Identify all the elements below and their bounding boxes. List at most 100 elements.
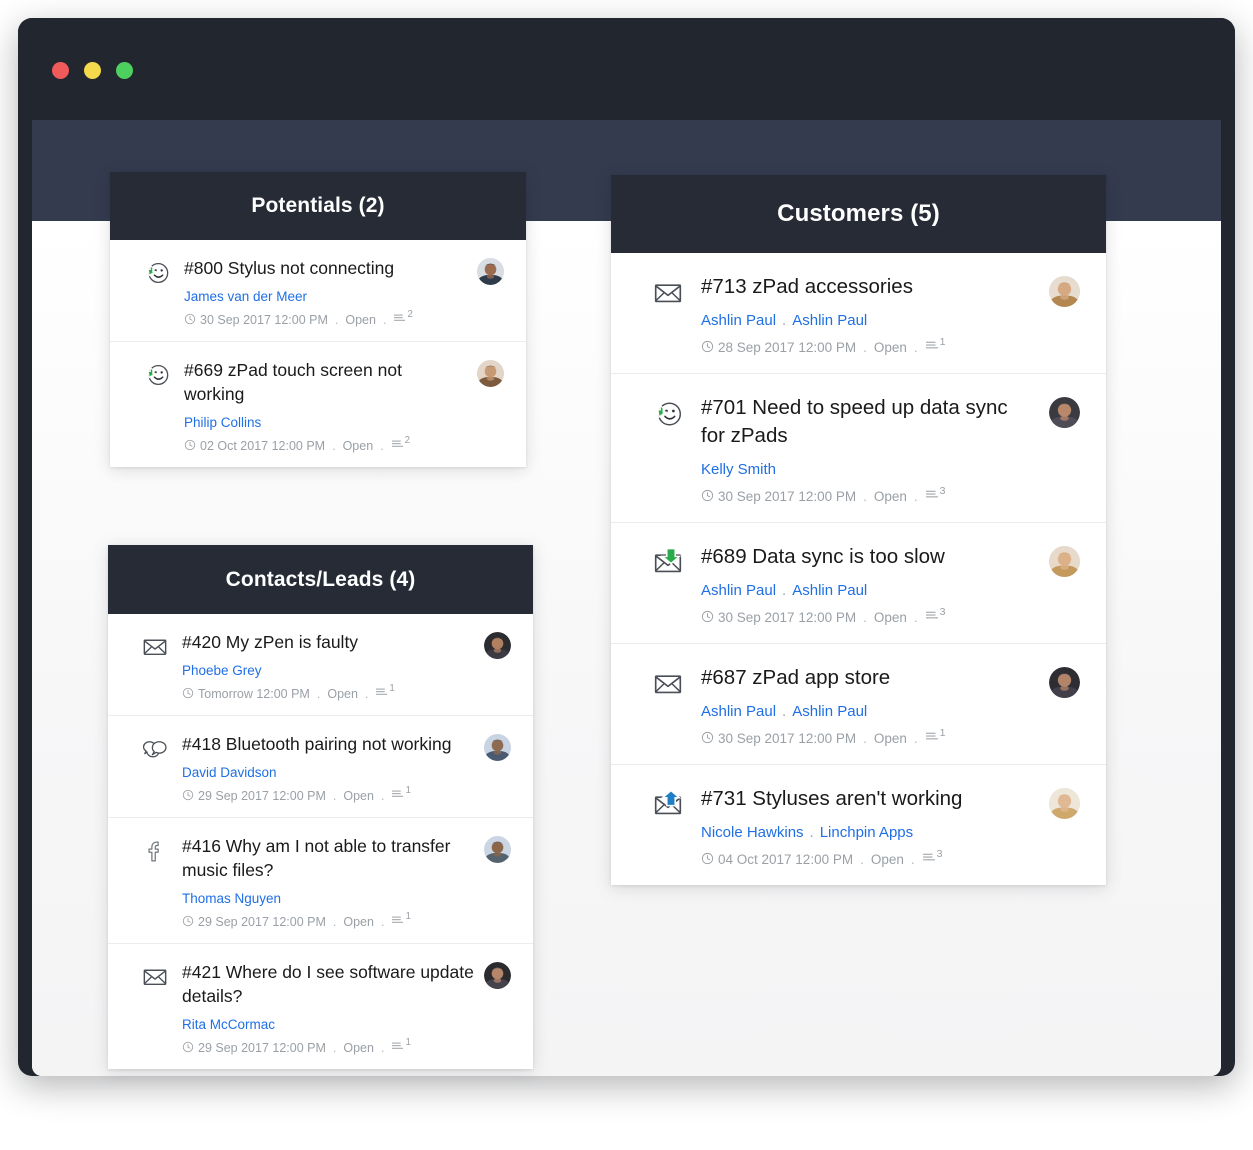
meta-separator: . [863, 488, 867, 504]
ticket-person-link[interactable]: Ashlin Paul [701, 582, 776, 599]
envelope-icon[interactable] [635, 664, 701, 699]
ticket-timestamp: 29 Sep 2017 12:00 PM [198, 1040, 326, 1055]
thread-count[interactable]: 3 [922, 848, 943, 866]
avatar-nicole-hawkins[interactable] [1049, 788, 1080, 819]
ticket-row[interactable]: #713 zPad accessories Ashlin Paul. Ashlin… [611, 253, 1106, 374]
avatar-thomas-nguyen[interactable] [484, 836, 511, 863]
panel-potentials-header: Potentials (2) [110, 172, 526, 240]
ticket-row[interactable]: #701 Need to speed up data sync for zPad… [611, 374, 1106, 523]
meta-separator: . [863, 730, 867, 746]
smiley-chat-received-icon[interactable] [130, 256, 184, 286]
ticket-person-link[interactable]: David Davidson [182, 765, 277, 780]
ticket-person-link[interactable]: Ashlin Paul [701, 703, 776, 720]
ticket-title[interactable]: #689 Data sync is too slow [701, 543, 1037, 571]
avatar-james-van-der-meer[interactable] [477, 258, 504, 285]
meta-separator: . [380, 1040, 385, 1055]
ticket-meta: 30 Sep 2017 12:00 PM . Open . 3 [701, 606, 1037, 625]
avatar-philip-collins[interactable] [477, 360, 504, 387]
ticket-row[interactable]: #420 My zPen is faulty Phoebe Grey Tomor… [108, 614, 533, 716]
panel-customers-header: Customers (5) [611, 175, 1106, 253]
thread-count[interactable]: 1 [375, 683, 395, 700]
panel-contacts-leads-title: Contacts/Leads (4) [225, 567, 416, 591]
ticket-timestamp: 29 Sep 2017 12:00 PM [198, 914, 326, 929]
ticket-row[interactable]: #416 Why am I not able to transfer music… [108, 818, 533, 944]
smiley-chat-received-icon[interactable] [635, 394, 701, 429]
ticket-people: Ashlin Paul. Ashlin Paul [701, 703, 1037, 720]
panel-potentials-body: #800 Stylus not connecting James van der… [110, 240, 526, 467]
facebook-icon[interactable] [128, 834, 182, 864]
envelope-icon[interactable] [128, 630, 182, 660]
ticket-person-link[interactable]: Ashlin Paul [792, 703, 867, 720]
avatar-kelly-smith[interactable] [1049, 397, 1080, 428]
ticket-person-link[interactable]: Ashlin Paul [792, 582, 867, 599]
thread-lines-icon [925, 339, 939, 354]
ticket-title[interactable]: #420 My zPen is faulty [182, 630, 474, 654]
envelope-icon[interactable] [128, 960, 182, 990]
ticket-title[interactable]: #701 Need to speed up data sync for zPad… [701, 394, 1037, 450]
ticket-title[interactable]: #800 Stylus not connecting [184, 256, 467, 280]
ticket-person-link[interactable]: Ashlin Paul [792, 312, 867, 329]
ticket-row[interactable]: #669 zPad touch screen not working Phili… [110, 342, 526, 467]
ticket-person-link[interactable]: Thomas Nguyen [182, 891, 281, 906]
ticket-row[interactable]: #689 Data sync is too slow Ashlin Paul. A… [611, 523, 1106, 644]
ticket-people: Ashlin Paul. Ashlin Paul [701, 582, 1037, 599]
smiley-chat-received-icon[interactable] [130, 358, 184, 388]
envelope-received-icon[interactable] [635, 543, 701, 578]
thread-count[interactable]: 1 [925, 336, 946, 354]
avatar-ashlin-paul-3[interactable] [1049, 667, 1080, 698]
person-separator: . [782, 312, 787, 329]
ticket-person-link[interactable]: Rita McCormac [182, 1017, 275, 1032]
chat-bubbles-icon[interactable] [128, 732, 182, 762]
ticket-timestamp: 04 Oct 2017 12:00 PM [718, 851, 854, 867]
ticket-title[interactable]: #713 zPad accessories [701, 273, 1037, 301]
panel-customers-body: #713 zPad accessories Ashlin Paul. Ashlin… [611, 253, 1106, 885]
person-separator: . [782, 582, 787, 599]
avatar-phoebe-grey[interactable] [484, 632, 511, 659]
ticket-row[interactable]: #421 Where do I see software update deta… [108, 944, 533, 1069]
ticket-title[interactable]: #418 Bluetooth pairing not working [182, 732, 474, 756]
ticket-person-link[interactable]: Philip Collins [184, 415, 261, 430]
thread-count[interactable]: 3 [925, 485, 946, 503]
avatar-david-davidson[interactable] [484, 734, 511, 761]
thread-lines-icon [391, 914, 404, 928]
thread-count[interactable]: 1 [391, 1037, 411, 1054]
ticket-row[interactable]: #687 zPad app store Ashlin Paul. Ashlin P… [611, 644, 1106, 765]
ticket-person-link[interactable]: Nicole Hawkins [701, 824, 804, 841]
panel-potentials: Potentials (2) #800 Stylus not connectin… [110, 172, 526, 467]
thread-count[interactable]: 1 [925, 727, 946, 745]
ticket-timestamp: 30 Sep 2017 12:00 PM [718, 488, 857, 504]
thread-lines-icon [925, 730, 939, 745]
ticket-row[interactable]: #418 Bluetooth pairing not working David… [108, 716, 533, 818]
avatar-rita-mccormac[interactable] [484, 962, 511, 989]
ticket-person-link[interactable]: Kelly Smith [701, 461, 776, 478]
ticket-title[interactable]: #687 zPad app store [701, 664, 1037, 692]
ticket-meta: 28 Sep 2017 12:00 PM . Open . 1 [701, 336, 1037, 356]
thread-count[interactable]: 2 [393, 309, 413, 326]
envelope-sent-icon[interactable] [635, 785, 701, 820]
thread-count[interactable]: 3 [925, 606, 946, 624]
ticket-meta: 02 Oct 2017 12:00 PM . Open . 2 [184, 435, 467, 453]
ticket-status: Open [873, 730, 907, 746]
ticket-title[interactable]: #421 Where do I see software update deta… [182, 960, 474, 1008]
panel-contacts-leads-header: Contacts/Leads (4) [108, 545, 533, 614]
thread-count[interactable]: 1 [391, 785, 411, 802]
ticket-meta: 29 Sep 2017 12:00 PM . Open . 1 [182, 911, 474, 929]
ticket-row[interactable]: #731 Styluses aren't working Nicole Hawk… [611, 765, 1106, 885]
ticket-person-link[interactable]: Linchpin Apps [820, 824, 913, 841]
thread-count[interactable]: 1 [391, 911, 411, 928]
ticket-person-link[interactable]: James van der Meer [184, 289, 307, 304]
ticket-title[interactable]: #669 zPad touch screen not working [184, 358, 467, 406]
ticket-row[interactable]: #800 Stylus not connecting James van der… [110, 240, 526, 342]
ticket-meta: Tomorrow 12:00 PM . Open . 1 [182, 683, 474, 701]
meta-separator: . [382, 312, 387, 327]
ticket-title[interactable]: #731 Styluses aren't working [701, 785, 1037, 813]
avatar-ashlin-paul[interactable] [1049, 276, 1080, 307]
ticket-person-link[interactable]: Ashlin Paul [701, 312, 776, 329]
envelope-icon[interactable] [635, 273, 701, 308]
avatar-ashlin-paul-2[interactable] [1049, 546, 1080, 577]
meta-separator: . [913, 488, 918, 504]
thread-count[interactable]: 2 [391, 435, 410, 452]
clock-icon [701, 340, 714, 356]
ticket-person-link[interactable]: Phoebe Grey [182, 663, 262, 678]
ticket-title[interactable]: #416 Why am I not able to transfer music… [182, 834, 474, 882]
